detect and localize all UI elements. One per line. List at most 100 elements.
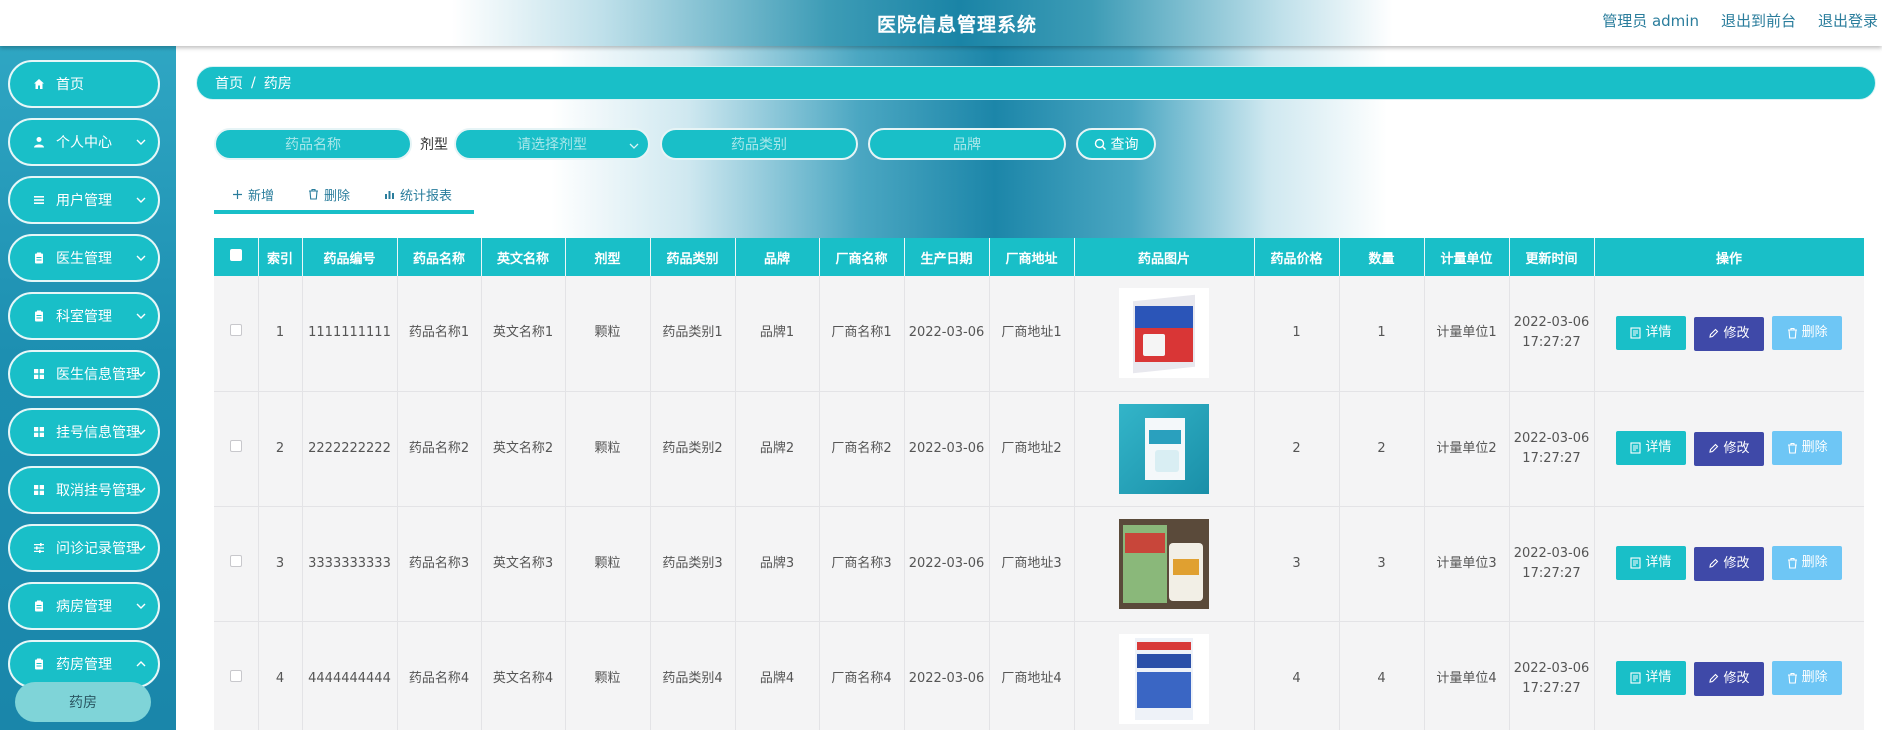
column-header: 操作 [1594,238,1864,276]
report-button[interactable]: 统计报表 [384,185,452,204]
delete-row-button-label: 删除 [1801,325,1828,340]
drug-category-input[interactable]: 药品类别 [660,128,858,160]
cell-dosage: 颗粒 [565,506,651,622]
column-header: 索引 [258,238,303,276]
sidebar-item-consultation-records[interactable]: 问诊记录管理 [8,524,160,572]
column-header: 数量 [1339,238,1425,276]
sidebar-item-doctor-info-management[interactable]: 医生信息管理 [8,350,160,398]
row-checkbox[interactable] [229,439,242,452]
sidebar-item-registration-management[interactable]: 挂号信息管理 [8,408,160,456]
add-button[interactable]: 新增 [232,185,274,204]
edit-button-label: 修改 [1723,670,1750,686]
dosage-select-placeholder: 请选择剂型 [517,137,587,153]
edit-button-label: 修改 [1723,325,1750,341]
cell-updated: 2022-03-06 17:27:27 [1509,276,1595,392]
grid-icon [32,483,46,497]
cell-address: 厂商地址1 [989,276,1075,392]
row-select-cell [214,391,259,507]
cell-price: 2 [1254,391,1340,507]
sidebar-item-ward-management[interactable]: 病房管理 [8,582,160,630]
trash-icon [1787,327,1797,339]
cell-index: 1 [258,276,303,392]
sidebar-item-label: 个人中心 [56,135,112,151]
detail-button[interactable]: 详情 [1615,661,1686,696]
breadcrumb-separator: / [251,75,256,91]
chevron-down-icon [136,371,146,377]
drug-image[interactable] [1119,633,1209,724]
cell-actions: 详情 修改 删除 [1594,621,1864,730]
edit-button[interactable]: 修改 [1694,316,1764,351]
row-checkbox[interactable] [229,324,242,337]
row-checkbox[interactable] [229,554,242,567]
cell-unit: 计量单位1 [1424,276,1510,392]
dosage-select[interactable]: 请选择剂型 [454,128,650,160]
sidebar-item-label: 取消挂号管理 [56,483,140,499]
cell-category: 药品类别3 [650,506,736,622]
brand-input[interactable]: 品牌 [868,128,1066,160]
column-header: 药品类别 [650,238,736,276]
chevron-up-icon [136,661,146,667]
detail-button[interactable]: 详情 [1615,546,1686,581]
delete-row-button[interactable]: 删除 [1772,661,1843,696]
drug-table: 索引 药品编号 药品名称 英文名称 剂型 药品类别 品牌 厂商名称 生产日期 厂… [214,238,1864,730]
sidebar-item-personal-center[interactable]: 个人中心 [8,118,160,166]
sidebar-item-user-management[interactable]: 用户管理 [8,176,160,224]
logout-link[interactable]: 退出登录 [1818,10,1878,31]
sidebar-item-doctor-management[interactable]: 医生管理 [8,234,160,282]
cell-code: 3333333333 [302,506,398,622]
document-icon [1630,442,1641,454]
cell-dosage: 颗粒 [565,276,651,392]
table-row: 4 4444444444 药品名称4 英文名称4 颗粒 药品类别4 品牌4 厂商… [214,621,1864,730]
sidebar-item-label: 药房管理 [56,657,112,673]
chevron-down-icon [136,197,146,203]
cell-category: 药品类别1 [650,276,736,392]
chevron-down-icon [136,255,146,261]
sidebar-subitem-pharmacy[interactable]: 药房 [15,682,151,722]
cell-maker: 厂商名称4 [819,621,905,730]
row-select-cell [214,506,259,622]
delete-row-button[interactable]: 删除 [1772,431,1843,466]
delete-row-button[interactable]: 删除 [1772,546,1843,581]
sidebar-item-home[interactable]: 首页 [8,60,160,108]
sidebar-item-pharmacy-management[interactable]: 药房管理 [8,640,160,688]
admin-user-link[interactable]: 管理员 admin [1602,10,1699,31]
cell-image [1074,276,1255,392]
drug-image[interactable] [1119,288,1209,379]
dosage-label: 剂型 [420,137,448,153]
query-button-label: 查询 [1110,137,1139,153]
cell-en-name: 英文名称2 [481,391,566,507]
row-select-cell [214,276,259,392]
drug-name-input[interactable]: 药品名称 [214,128,412,160]
row-checkbox[interactable] [229,669,242,682]
pencil-icon [1709,328,1719,338]
delete-row-button[interactable]: 删除 [1772,316,1843,350]
edit-button[interactable]: 修改 [1694,661,1764,696]
column-header: 更新时间 [1509,238,1595,276]
delete-button[interactable]: 删除 [308,185,350,204]
query-button[interactable]: 查询 [1076,128,1156,160]
cell-qty: 3 [1339,506,1425,622]
cell-name: 药品名称4 [397,621,482,730]
drug-image[interactable] [1119,403,1209,494]
trash-icon [309,188,319,200]
detail-button[interactable]: 详情 [1615,316,1686,350]
cell-address: 厂商地址2 [989,391,1075,507]
column-header: 计量单位 [1424,238,1510,276]
edit-button[interactable]: 修改 [1694,546,1764,581]
home-icon [32,77,46,91]
breadcrumb-home[interactable]: 首页 [215,73,243,93]
sidebar-item-cancel-registration[interactable]: 取消挂号管理 [8,466,160,514]
delete-button-label: 删除 [324,188,351,204]
sidebar-item-department-management[interactable]: 科室管理 [8,292,160,340]
cell-maker: 厂商名称2 [819,391,905,507]
cell-price: 1 [1254,276,1340,392]
exit-to-front-link[interactable]: 退出到前台 [1721,10,1796,31]
drug-image[interactable] [1119,518,1209,609]
plus-icon [233,189,242,199]
select-all-cell [214,238,259,276]
cell-updated: 2022-03-06 17:27:27 [1509,621,1595,730]
trash-icon [1787,558,1797,569]
detail-button[interactable]: 详情 [1615,431,1686,466]
select-all-checkbox[interactable] [229,249,242,261]
edit-button[interactable]: 修改 [1694,431,1764,466]
